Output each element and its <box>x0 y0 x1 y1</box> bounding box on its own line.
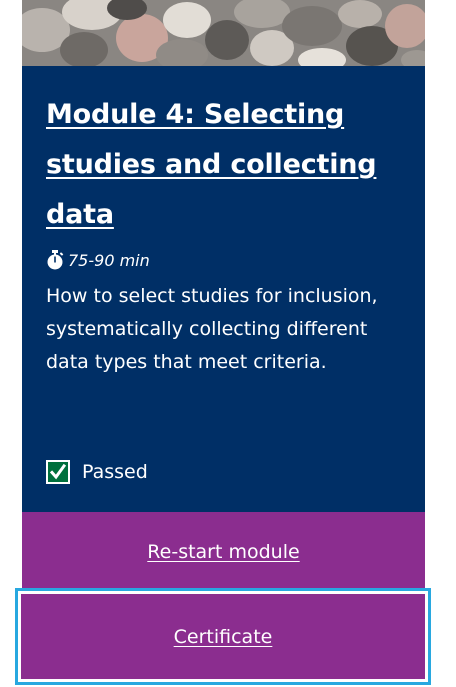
duration-text: 75-90 min <box>68 250 150 270</box>
certificate-focus-ring: Certificate <box>15 588 431 685</box>
certificate-button[interactable]: Certificate <box>21 594 425 679</box>
module-status: Passed <box>46 460 148 484</box>
module-panel: Module 4: Selecting studies and collecti… <box>22 66 425 512</box>
module-description: How to select studies for inclusion, sys… <box>46 285 378 373</box>
restart-module-button[interactable]: Re-start module <box>22 512 425 592</box>
checkbox-checked-icon <box>46 460 70 484</box>
module-duration: 75-90 min <box>46 250 401 270</box>
module-title-link[interactable]: Module 4: Selecting studies and collecti… <box>46 99 377 230</box>
stopwatch-icon <box>46 250 64 270</box>
status-text: Passed <box>82 461 148 483</box>
module-title: Module 4: Selecting studies and collecti… <box>46 90 386 240</box>
module-card: Module 4: Selecting studies and collecti… <box>22 0 425 592</box>
pebbles-image <box>22 0 425 66</box>
